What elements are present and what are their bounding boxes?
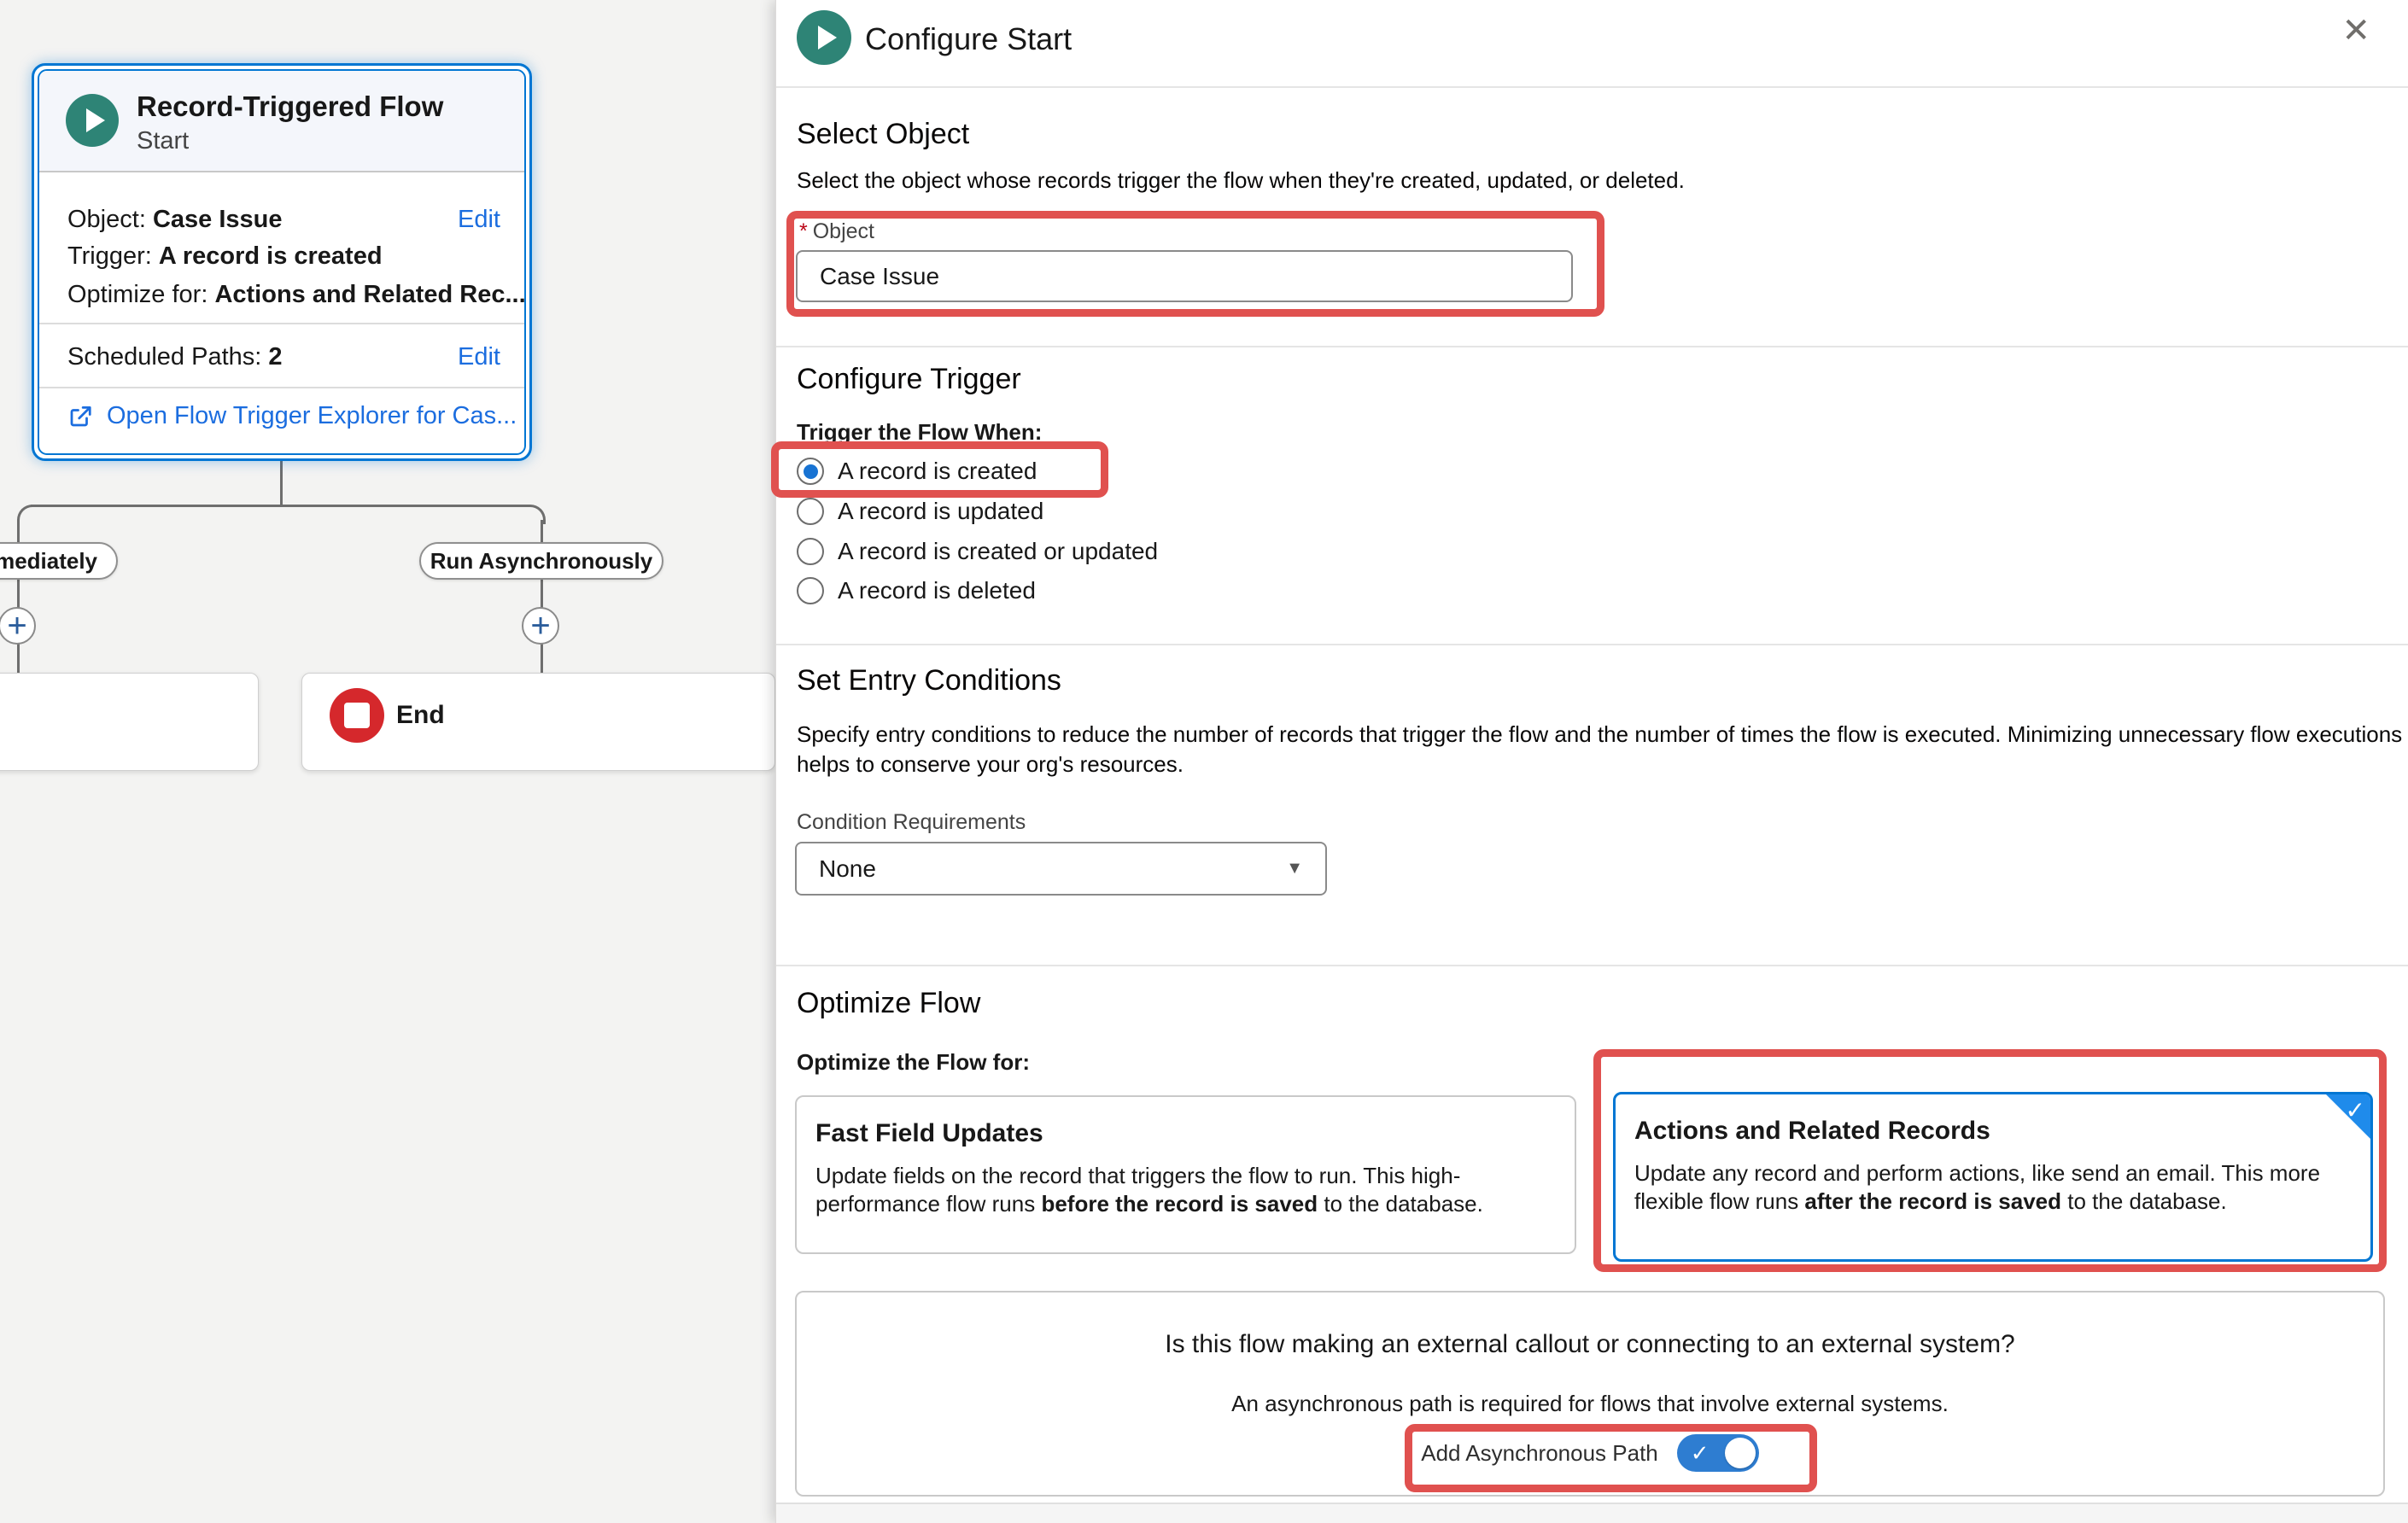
async-toggle-row: Add Asynchronous Path ✓ bbox=[797, 1434, 2383, 1472]
object-value: Case Issue bbox=[153, 206, 283, 233]
trigger-label: Trigger: bbox=[67, 242, 152, 270]
panel-footer bbox=[776, 1503, 2408, 1523]
branch-label-text: Run Immediately bbox=[0, 548, 97, 575]
divider bbox=[39, 323, 524, 324]
divider bbox=[776, 644, 2408, 645]
connector-stub bbox=[280, 459, 283, 506]
open-flow-trigger-explorer-link[interactable]: Open Flow Trigger Explorer for Cas... bbox=[67, 402, 517, 430]
start-node-object-row: Object: Case Issue bbox=[67, 206, 500, 234]
flow-start-icon bbox=[797, 10, 851, 65]
end-icon bbox=[330, 688, 384, 743]
divider bbox=[39, 387, 524, 388]
branch-label-text: Run Asynchronously bbox=[430, 548, 653, 575]
optimize-for-label: Optimize the Flow for: bbox=[797, 1049, 1030, 1076]
object-field-label: *Object bbox=[799, 219, 874, 244]
add-element-button-left[interactable]: + bbox=[0, 607, 36, 645]
flow-canvas[interactable]: Record-Triggered Flow Start Object: Case… bbox=[0, 0, 775, 1523]
trigger-when-label: Trigger the Flow When: bbox=[797, 419, 1042, 446]
close-icon[interactable]: ✕ bbox=[2341, 14, 2370, 48]
explorer-link-label: Open Flow Trigger Explorer for Cas... bbox=[107, 402, 517, 430]
radio-record-updated[interactable]: A record is updated bbox=[797, 494, 1043, 528]
radio-icon[interactable] bbox=[797, 498, 824, 525]
condition-requirements-dropdown[interactable]: None ▼ bbox=[795, 842, 1327, 896]
radio-selected-icon[interactable] bbox=[797, 458, 824, 485]
plus-icon: + bbox=[7, 609, 26, 643]
chevron-down-icon: ▼ bbox=[1286, 859, 1303, 878]
start-node-trigger-row: Trigger: A record is created bbox=[67, 242, 500, 271]
radio-icon[interactable] bbox=[797, 577, 824, 604]
divider bbox=[776, 86, 2408, 88]
scheduled-paths-row: Scheduled Paths: 2 bbox=[67, 343, 500, 371]
end-node-label: End bbox=[396, 701, 445, 730]
add-async-path-toggle[interactable]: ✓ bbox=[1677, 1434, 1759, 1472]
radio-record-created[interactable]: A record is created bbox=[797, 454, 1037, 488]
radio-record-deleted[interactable]: A record is deleted bbox=[797, 574, 1036, 608]
start-node-card[interactable]: Record-Triggered Flow Start Object: Case… bbox=[38, 69, 526, 455]
optimize-value: Actions and Related Rec... bbox=[214, 281, 525, 308]
edit-object-link[interactable]: Edit bbox=[458, 206, 500, 234]
radio-label: A record is created or updated bbox=[838, 538, 1158, 565]
start-node-header: Record-Triggered Flow Start bbox=[39, 71, 524, 172]
check-icon: ✓ bbox=[1691, 1440, 1710, 1467]
condition-requirements-label: Condition Requirements bbox=[797, 810, 1026, 835]
card-fast-field-updates[interactable]: Fast Field Updates Update fields on the … bbox=[795, 1095, 1576, 1254]
start-node-subtitle: Start bbox=[137, 127, 189, 155]
optimize-label: Optimize for: bbox=[67, 281, 207, 308]
dropdown-value: None bbox=[819, 855, 876, 883]
external-link-icon bbox=[67, 404, 93, 429]
radio-label: A record is deleted bbox=[838, 577, 1036, 604]
divider bbox=[776, 965, 2408, 966]
card-actions-and-related-records[interactable]: ✓ Actions and Related Records Update any… bbox=[1613, 1092, 2373, 1262]
connector-left-down3 bbox=[17, 644, 20, 674]
object-input[interactable]: Case Issue bbox=[796, 250, 1573, 302]
connector-right-down3 bbox=[541, 644, 543, 674]
divider bbox=[776, 346, 2408, 347]
entry-conditions-heading: Set Entry Conditions bbox=[797, 664, 1061, 697]
plus-icon: + bbox=[530, 609, 550, 643]
entry-conditions-description-line1: Specify entry conditions to reduce the n… bbox=[797, 721, 2402, 748]
external-callout-box: Is this flow making an external callout … bbox=[795, 1291, 2385, 1497]
radio-record-created-or-updated[interactable]: A record is created or updated bbox=[797, 534, 1158, 569]
optimize-flow-heading: Optimize Flow bbox=[797, 987, 980, 1020]
connector-right-down2 bbox=[541, 580, 543, 609]
radio-icon[interactable] bbox=[797, 538, 824, 565]
start-node-optimize-row: Optimize for: Actions and Related Rec... bbox=[67, 281, 500, 309]
toggle-knob bbox=[1725, 1438, 1756, 1468]
object-input-value: Case Issue bbox=[820, 263, 939, 290]
start-node[interactable]: Record-Triggered Flow Start Object: Case… bbox=[32, 63, 532, 461]
connector-horizontal bbox=[31, 505, 528, 507]
connector-left-down2 bbox=[17, 580, 20, 609]
radio-label: A record is created bbox=[838, 458, 1037, 485]
card-title: Actions and Related Records bbox=[1634, 1117, 2352, 1146]
scheduled-paths-value: 2 bbox=[268, 343, 282, 371]
configure-start-panel: Configure Start ✕ Select Object Select t… bbox=[775, 0, 2408, 1523]
end-node[interactable]: End bbox=[301, 673, 775, 771]
required-asterisk: * bbox=[799, 219, 808, 243]
object-field-label-text: Object bbox=[813, 219, 874, 243]
check-icon: ✓ bbox=[2346, 1096, 2365, 1124]
radio-label: A record is updated bbox=[838, 498, 1043, 525]
card-body: Update any record and perform actions, l… bbox=[1634, 1159, 2352, 1216]
add-async-path-label: Add Asynchronous Path bbox=[1421, 1440, 1658, 1467]
trigger-value: A record is created bbox=[159, 242, 383, 270]
connector-elbow-left bbox=[17, 505, 37, 524]
branch-label-run-immediately: Run Immediately bbox=[0, 542, 118, 580]
start-node-title: Record-Triggered Flow bbox=[137, 90, 443, 123]
entry-conditions-description-line2: helps to conserve your org's resources. bbox=[797, 751, 1184, 778]
panel-title: Configure Start bbox=[865, 21, 1072, 57]
card-title: Fast Field Updates bbox=[815, 1119, 1556, 1148]
scheduled-paths-label: Scheduled Paths: bbox=[67, 343, 261, 371]
flow-start-icon bbox=[66, 94, 119, 147]
object-label: Object: bbox=[67, 206, 146, 233]
external-callout-question: Is this flow making an external callout … bbox=[797, 1330, 2383, 1359]
add-element-button-right[interactable]: + bbox=[522, 607, 559, 645]
select-object-heading: Select Object bbox=[797, 118, 969, 151]
branch-label-run-asynchronously: Run Asynchronously bbox=[419, 542, 663, 580]
select-object-description: Select the object whose records trigger … bbox=[797, 167, 1685, 194]
edit-scheduled-paths-link[interactable]: Edit bbox=[458, 343, 500, 371]
flow-node-left[interactable] bbox=[0, 673, 259, 771]
card-body: Update fields on the record that trigger… bbox=[815, 1162, 1556, 1218]
async-path-note: An asynchronous path is required for flo… bbox=[797, 1391, 2383, 1417]
configure-trigger-heading: Configure Trigger bbox=[797, 363, 1021, 396]
